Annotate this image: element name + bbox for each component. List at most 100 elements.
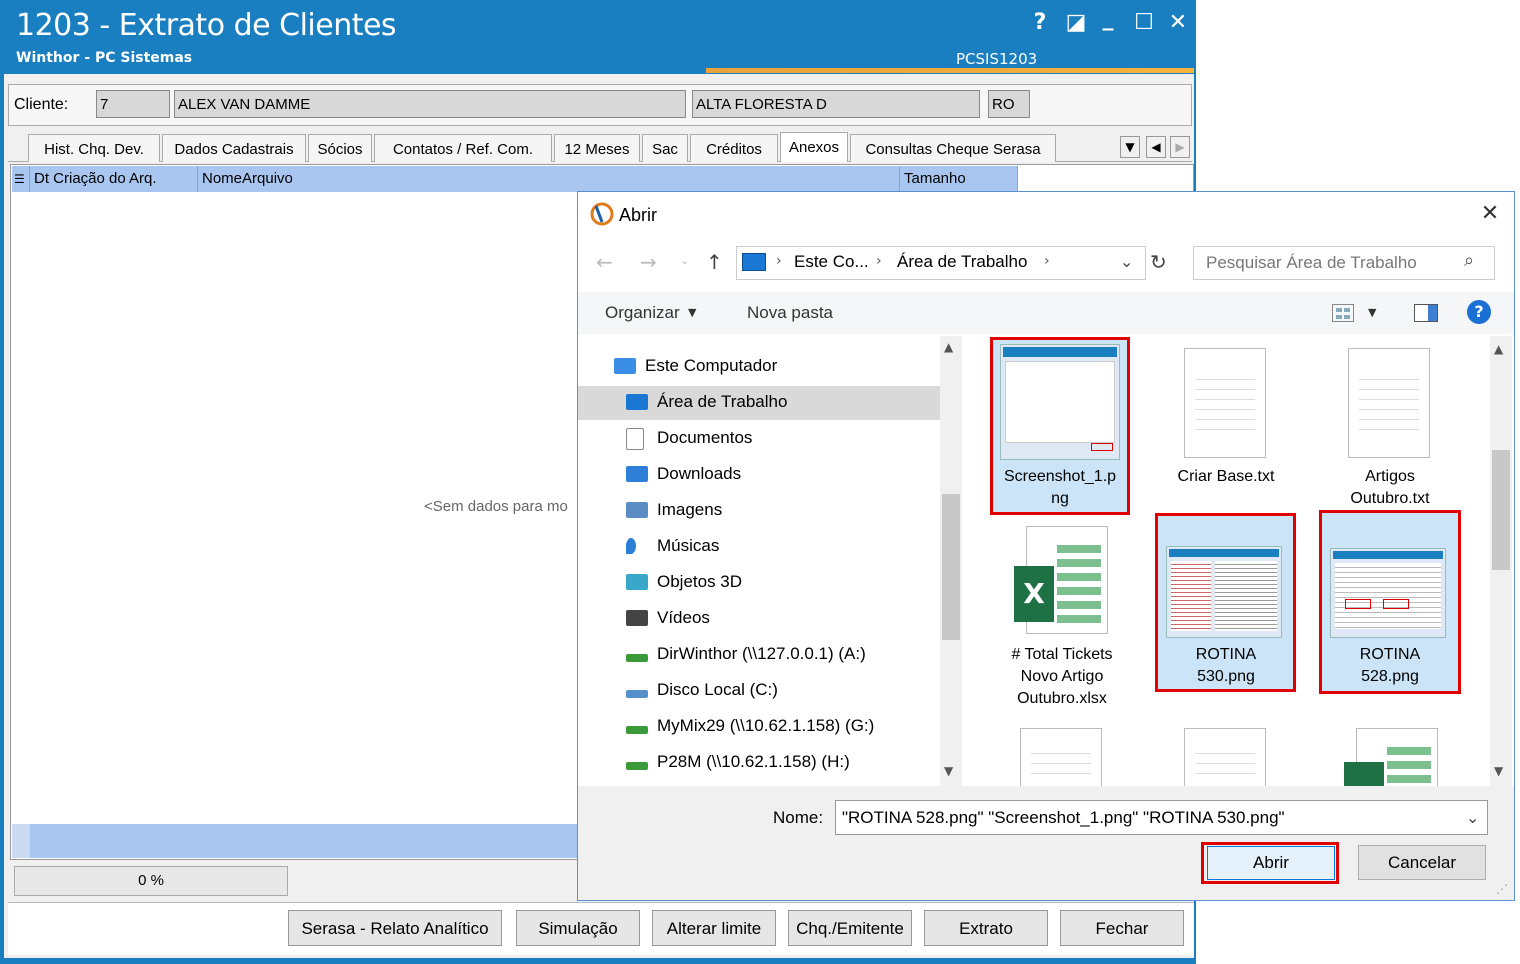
excel-badge-icon: X	[1014, 566, 1054, 622]
tab-list-dropdown[interactable]: ▼	[1120, 136, 1140, 158]
nav-item[interactable]: Este Computador	[645, 356, 777, 376]
alterar-limite-button[interactable]: Alterar limite	[652, 910, 776, 946]
text-file-icon	[1184, 348, 1266, 458]
files-scroll-up-icon[interactable]: ▲	[1494, 342, 1503, 356]
nav-item[interactable]: Área de Trabalho	[657, 392, 787, 412]
back-icon[interactable]: ←	[596, 250, 613, 274]
tab-consultas-cheque-serasa[interactable]: Consultas Cheque Serasa	[850, 134, 1056, 162]
chq-emitente-button[interactable]: Chq./Emitente	[788, 910, 912, 946]
nav-item[interactable]: Imagens	[657, 500, 722, 520]
nav-item[interactable]: Documentos	[657, 428, 752, 448]
fechar-button[interactable]: Fechar	[1060, 910, 1184, 946]
nav-item[interactable]: MyMix29 (\\10.62.1.158) (G:)	[657, 716, 874, 736]
recent-dropdown-icon[interactable]: ⌄	[680, 254, 689, 267]
tab-contatos[interactable]: Contatos / Ref. Com.	[374, 134, 552, 162]
grid-footer	[12, 824, 582, 858]
close-window-button[interactable]: ✕	[1164, 10, 1192, 35]
nav-scroll-up-icon[interactable]: ▲	[944, 340, 953, 354]
images-icon	[626, 502, 648, 518]
file-name: Screenshot_1.p ng	[1003, 468, 1117, 507]
column-tamanho[interactable]: Tamanho	[900, 166, 1018, 192]
file-name[interactable]: Criar Base.txt	[1160, 466, 1292, 488]
view-options-icon[interactable]	[1332, 304, 1354, 322]
text-file-icon	[1184, 728, 1266, 786]
tab-12-meses[interactable]: 12 Meses	[554, 134, 640, 162]
search-input[interactable]: Pesquisar Área de Trabalho	[1206, 253, 1417, 273]
nav-scroll-thumb[interactable]	[942, 494, 960, 640]
text-file-icon	[1348, 348, 1430, 458]
nav-scroll-down-icon[interactable]: ▼	[944, 764, 953, 778]
objects3d-icon	[626, 574, 648, 590]
breadcrumb-este-computador[interactable]: Este Co...	[794, 252, 869, 272]
address-dropdown-icon[interactable]: ⌄	[1120, 252, 1133, 271]
nav-item[interactable]: Downloads	[657, 464, 741, 484]
tab-scroll-left[interactable]: ◀	[1146, 136, 1166, 158]
grid-menu-icon[interactable]: ☰	[12, 166, 30, 192]
nav-item[interactable]: Vídeos	[657, 608, 710, 628]
breadcrumb-separator-icon: ›	[876, 253, 882, 269]
tab-scroll-right[interactable]: ▶	[1170, 136, 1190, 158]
minimize-button[interactable]: _	[1094, 6, 1122, 31]
image-thumbnail-icon	[1000, 344, 1120, 460]
music-icon	[626, 538, 636, 554]
client-label: Cliente:	[14, 96, 69, 113]
help-button[interactable]: ?	[1026, 10, 1054, 35]
client-code-field[interactable]: 7	[96, 90, 170, 118]
search-icon[interactable]: ⌕	[1464, 250, 1474, 271]
client-name-field: ALEX VAN DAMME	[174, 90, 686, 118]
serasa-relato-button[interactable]: Serasa - Relato Analítico	[288, 910, 502, 946]
simulacao-button[interactable]: Simulação	[516, 910, 640, 946]
view-dropdown-icon[interactable]: ▼	[1368, 306, 1376, 319]
image-thumbnail-icon	[1330, 548, 1446, 638]
files-scroll-thumb[interactable]	[1492, 450, 1510, 570]
computer-icon	[614, 358, 636, 374]
tab-hist-chq-dev[interactable]: Hist. Chq. Dev.	[28, 134, 160, 162]
file-name[interactable]: # Total Tickets Novo Artigo Outubro.xlsx	[996, 644, 1128, 710]
filename-value[interactable]: "ROTINA 528.png" "Screenshot_1.png" "ROT…	[842, 808, 1285, 828]
excel-badge-icon	[1344, 762, 1384, 786]
network-drive-icon	[626, 762, 648, 770]
dialog-close-icon[interactable]: ✕	[1476, 200, 1504, 228]
progress-text: 0 %	[138, 872, 164, 889]
new-folder-button[interactable]: Nova pasta	[747, 303, 833, 323]
filename-dropdown-icon[interactable]: ⌄	[1466, 808, 1479, 827]
column-dt-criacao[interactable]: Dt Criação do Arq.	[30, 166, 198, 192]
resize-grip-icon[interactable]: ⋰	[1496, 882, 1508, 896]
refresh-icon[interactable]: ↻	[1150, 250, 1167, 274]
nav-item[interactable]: Disco Local (C:)	[657, 680, 778, 700]
breadcrumb-area-de-trabalho[interactable]: Área de Trabalho	[897, 252, 1027, 272]
nav-item[interactable]: P28M (\\10.62.1.158) (H:)	[657, 752, 850, 772]
client-city-field: ALTA FLORESTA D	[692, 90, 980, 118]
desktop-icon	[626, 394, 648, 410]
file-name[interactable]: Artigos Outubro.txt	[1324, 466, 1456, 510]
tab-creditos[interactable]: Créditos	[690, 134, 778, 162]
local-disk-icon	[626, 690, 648, 698]
forward-icon[interactable]: →	[640, 250, 657, 274]
files-scroll-down-icon[interactable]: ▼	[1494, 764, 1503, 778]
up-icon[interactable]: ↑	[706, 250, 723, 274]
file-name: ROTINA 530.png	[1195, 646, 1257, 685]
nav-item[interactable]: Objetos 3D	[657, 572, 742, 592]
window-subtitle: Winthor - PC Sistemas	[16, 50, 193, 66]
file-name: ROTINA 528.png	[1359, 646, 1421, 685]
help-icon[interactable]: ?	[1467, 300, 1491, 324]
tab-dados-cadastrais[interactable]: Dados Cadastrais	[162, 134, 306, 162]
desktop-icon	[742, 253, 766, 271]
network-drive-icon	[626, 726, 648, 734]
nav-item[interactable]: Músicas	[657, 536, 719, 556]
column-nome-arquivo[interactable]: NomeArquivo	[198, 166, 900, 192]
organize-dropdown-icon[interactable]: ▼	[688, 306, 696, 319]
open-button[interactable]: Abrir	[1207, 846, 1335, 880]
organize-button[interactable]: Organizar	[605, 303, 680, 323]
tab-sac[interactable]: Sac	[642, 134, 688, 162]
extrato-button[interactable]: Extrato	[924, 910, 1048, 946]
maximize-button[interactable]: ☐	[1130, 10, 1158, 35]
restore-button[interactable]: ◪	[1062, 10, 1090, 35]
cancel-button[interactable]: Cancelar	[1358, 845, 1486, 880]
nav-item[interactable]: DirWinthor (\\127.0.0.1) (A:)	[657, 644, 866, 664]
routine-code: PCSIS1203	[956, 50, 1038, 68]
tab-socios[interactable]: Sócios	[308, 134, 372, 162]
breadcrumb-separator-icon: ›	[1044, 253, 1050, 269]
tab-anexos[interactable]: Anexos	[780, 132, 848, 162]
preview-pane-icon[interactable]	[1414, 304, 1438, 322]
